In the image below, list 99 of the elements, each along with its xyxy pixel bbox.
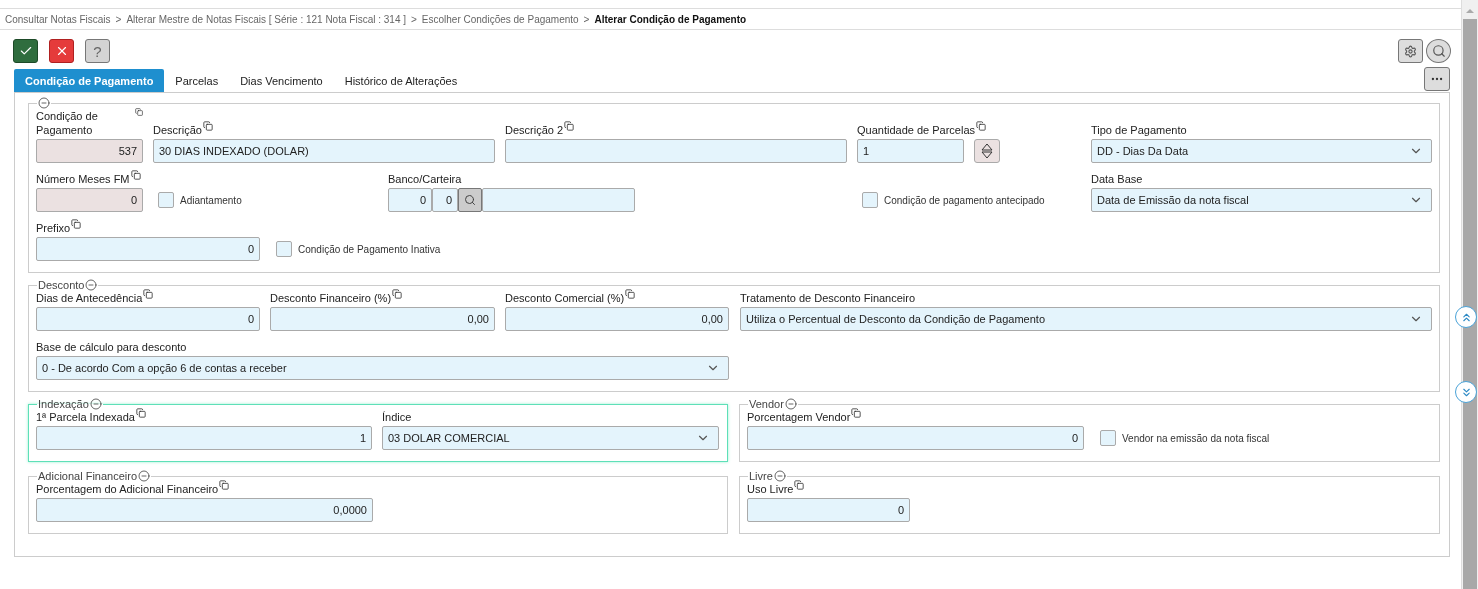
search-button[interactable] xyxy=(458,188,482,212)
copy-icon[interactable] xyxy=(564,121,575,131)
copy-icon[interactable] xyxy=(143,289,154,299)
settings-button[interactable] xyxy=(1398,39,1423,63)
field-label: Descrição xyxy=(153,123,202,137)
check-icon xyxy=(18,44,33,58)
copy-icon[interactable] xyxy=(392,289,403,299)
help-button[interactable]: ? xyxy=(85,39,110,63)
input-field[interactable]: 537 xyxy=(36,139,143,163)
checkbox[interactable] xyxy=(276,241,292,257)
field-label: Porcentagem Vendor xyxy=(747,410,851,424)
breadcrumb-link[interactable]: Escolher Condições de Pagamento xyxy=(421,13,579,25)
copy-icon[interactable] xyxy=(851,408,862,418)
field-label: Desconto Financeiro (%) xyxy=(270,291,392,305)
input-field[interactable]: 0 xyxy=(432,188,458,212)
field-label: Descrição 2 xyxy=(505,123,564,137)
field-label: Base de cálculo para desconto xyxy=(36,340,187,354)
checkbox[interactable] xyxy=(158,192,174,208)
checkbox-label: Condição de Pagamento Inativa xyxy=(298,243,441,255)
section-title: Livre xyxy=(749,470,773,482)
dropdown[interactable]: Data de Emissão da nota fiscal xyxy=(1091,188,1432,212)
checkbox[interactable] xyxy=(862,192,878,208)
field-label: Banco/Carteira xyxy=(388,172,462,186)
input-field[interactable]: 0 xyxy=(36,188,143,212)
cancel-button[interactable] xyxy=(49,39,74,63)
section-title: Vendor xyxy=(749,398,784,410)
field-label: Prefixo xyxy=(36,221,71,235)
copy-icon[interactable] xyxy=(625,289,636,299)
input-field[interactable]: 0 xyxy=(36,307,260,331)
checkbox-label: Adiantamento xyxy=(180,194,242,206)
field-label: 1ª Parcela Indexada xyxy=(36,410,135,424)
field-label: Tipo de Pagamento xyxy=(1091,123,1187,137)
checkbox-label: Vendor na emissão da nota fiscal xyxy=(1122,432,1270,444)
breadcrumb-link[interactable]: Alterar Mestre de Notas Fiscais [ Série : 121 Nota Fiscal : 314 ] xyxy=(126,13,406,25)
scroll-bottom-button[interactable] xyxy=(1455,381,1477,403)
input-field[interactable]: 0 xyxy=(747,426,1084,450)
dropdown[interactable]: 0 - De acordo Com a opção 6 de contas a receber xyxy=(36,356,729,380)
input-field[interactable]: 0,0000 xyxy=(36,498,373,522)
copy-icon[interactable] xyxy=(135,408,146,418)
more-button[interactable] xyxy=(1424,67,1450,91)
input-field[interactable]: 1 xyxy=(857,139,964,163)
up-down-triangles-icon xyxy=(981,143,993,159)
field-label: Número Meses FM xyxy=(36,172,130,186)
collapse-icon[interactable] xyxy=(773,470,786,482)
tab[interactable]: Dias Vencimento xyxy=(229,69,334,92)
section-title: Indexação xyxy=(38,398,89,410)
collapse-icon[interactable] xyxy=(138,470,151,482)
copy-icon[interactable] xyxy=(71,219,82,229)
input-field[interactable]: 0 xyxy=(747,498,910,522)
collapse-icon[interactable] xyxy=(784,398,797,410)
field-label: Condição de Pagamento xyxy=(36,109,99,137)
input-field[interactable] xyxy=(505,139,847,163)
field-label: Uso Livre xyxy=(747,482,794,496)
input-field[interactable]: 0,00 xyxy=(270,307,495,331)
scroll-top-button[interactable] xyxy=(1455,306,1477,328)
field-label: Porcentagem do Adicional Financeiro xyxy=(36,482,219,496)
scrollbar[interactable] xyxy=(1461,0,1478,589)
field-label: Quantidade de Parcelas xyxy=(857,123,976,137)
tab[interactable]: Parcelas xyxy=(164,69,230,92)
field-label: Índice xyxy=(382,410,412,424)
search-icon xyxy=(464,194,476,206)
copy-icon[interactable] xyxy=(202,121,213,131)
input-field[interactable]: 0 xyxy=(36,237,260,261)
input-field[interactable] xyxy=(482,188,635,212)
search-button[interactable] xyxy=(1426,39,1451,63)
dropdown[interactable]: 03 DOLAR COMERCIAL xyxy=(382,426,719,450)
checkbox-label: Condição de pagamento antecipado xyxy=(884,194,1045,206)
input-field[interactable]: 0,00 xyxy=(505,307,729,331)
settings-icon xyxy=(1404,44,1417,58)
confirm-button[interactable] xyxy=(13,39,38,63)
dropdown[interactable]: DD - Dias Da Data xyxy=(1091,139,1432,163)
search-icon xyxy=(1431,44,1446,58)
input-field[interactable]: 1 xyxy=(36,426,372,450)
tab[interactable]: Condição de Pagamento xyxy=(14,69,165,92)
breadcrumb-link[interactable]: Alterar Condição de Pagamento xyxy=(594,13,747,25)
breadcrumb-link[interactable]: Consultar Notas Fiscais xyxy=(5,13,111,25)
copy-icon[interactable] xyxy=(134,107,143,117)
checkbox[interactable] xyxy=(1100,430,1116,446)
stepper-button[interactable] xyxy=(974,139,1000,163)
section-title: Desconto xyxy=(38,279,85,291)
input-field[interactable]: 0 xyxy=(388,188,432,212)
dropdown[interactable]: Utiliza o Percentual de Desconto da Condição de Pagamento xyxy=(740,307,1432,331)
collapse-icon[interactable] xyxy=(89,398,102,410)
breadcrumb-separator: > xyxy=(583,13,590,25)
field-label: Dias de Antecedência xyxy=(36,291,143,305)
copy-icon[interactable] xyxy=(976,121,987,131)
breadcrumb-separator: > xyxy=(115,13,122,25)
copy-icon[interactable] xyxy=(794,480,805,490)
field-label: Tratamento de Desconto Financeiro xyxy=(740,291,916,305)
field-label: Desconto Comercial (%) xyxy=(505,291,625,305)
breadcrumb-separator: > xyxy=(411,13,417,25)
field-label: Data Base xyxy=(1091,172,1143,186)
section-title: Adicional Financeiro xyxy=(38,470,138,482)
copy-icon[interactable] xyxy=(219,480,230,490)
input-field[interactable]: 30 DIAS INDEXADO (DOLAR) xyxy=(153,139,495,163)
collapse-icon[interactable] xyxy=(85,279,98,291)
copy-icon[interactable] xyxy=(130,170,141,180)
collapse-icon[interactable] xyxy=(38,97,50,109)
tab[interactable]: Histórico de Alterações xyxy=(333,69,469,92)
